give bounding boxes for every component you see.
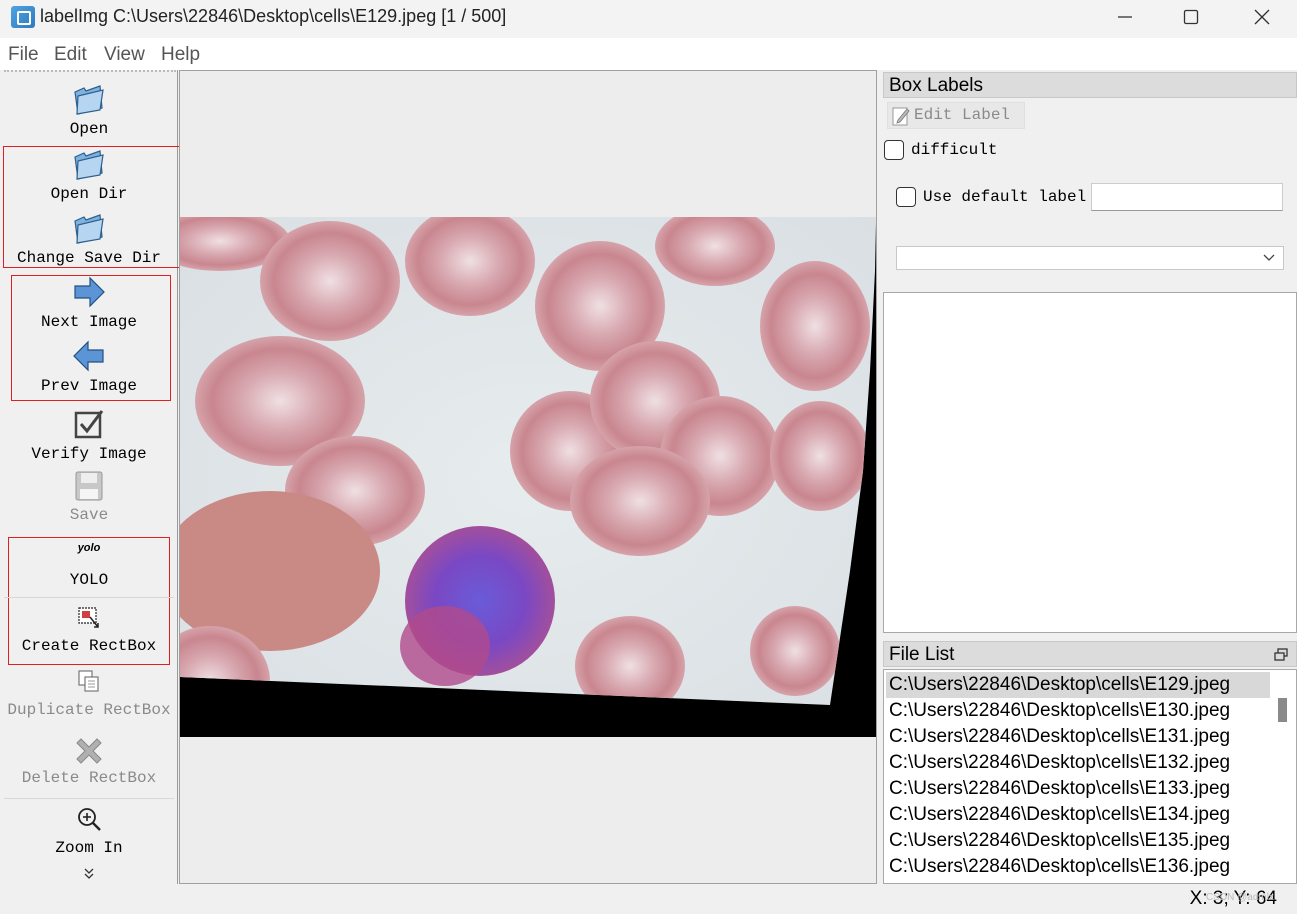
delete-rectbox-label: Delete RectBox <box>21 769 157 787</box>
chevron-down-icon <box>1263 254 1275 261</box>
duplicate-rectbox-button[interactable]: Duplicate RectBox <box>0 668 178 724</box>
zoom-in-icon <box>78 808 101 831</box>
create-rectbox-label: Create RectBox <box>21 637 157 655</box>
toolbar-overflow-button[interactable] <box>0 864 178 884</box>
open-label: Open <box>69 120 109 138</box>
status-bar: X: 3; Y: 64 <box>0 884 1297 914</box>
toolbar-grip[interactable] <box>4 70 176 72</box>
file-list-item[interactable]: C:\Users\22846\Desktop\cells\E129.jpeg <box>886 672 1270 698</box>
maximize-button[interactable] <box>1156 0 1226 34</box>
zoom-in-label: Zoom In <box>55 839 123 857</box>
yolo-label: YOLO <box>69 571 109 589</box>
title-bar: labelImg C:\Users\22846\Desktop\cells\E1… <box>0 0 1297 38</box>
file-list[interactable]: C:\Users\22846\Desktop\cells\E129.jpeg C… <box>883 669 1297 884</box>
save-button[interactable]: Save <box>0 469 178 529</box>
save-label: Save <box>69 506 109 524</box>
prev-image-label: Prev Image <box>40 377 137 395</box>
delete-icon <box>76 738 102 764</box>
box-labels-title: Box Labels <box>883 72 1297 98</box>
label-combo-box[interactable] <box>896 246 1284 270</box>
file-list-item[interactable]: C:\Users\22846\Desktop\cells\E135.jpeg <box>886 828 1270 854</box>
use-default-label-checkbox[interactable] <box>896 187 916 207</box>
arrow-left-icon <box>73 340 104 372</box>
watermark: CSDN @admlx <box>1206 892 1274 903</box>
zoom-in-button[interactable]: Zoom In <box>0 806 178 862</box>
file-list-scrollbar[interactable] <box>1270 670 1296 883</box>
toolbar-separator <box>4 798 174 799</box>
duplicate-icon <box>78 670 99 692</box>
image-canvas[interactable] <box>179 70 877 884</box>
menu-view[interactable]: View <box>104 44 145 66</box>
change-save-dir-label: Change Save Dir <box>16 249 162 267</box>
minimize-button[interactable] <box>1090 0 1160 34</box>
close-button[interactable] <box>1227 0 1297 34</box>
verify-image-button[interactable]: Verify Image <box>0 407 178 467</box>
file-list-item[interactable]: C:\Users\22846\Desktop\cells\E131.jpeg <box>886 724 1270 750</box>
edit-label-text: Edit Label <box>914 106 1011 124</box>
difficult-label: difficult <box>911 141 998 159</box>
menu-edit[interactable]: Edit <box>54 44 87 66</box>
verify-image-label: Verify Image <box>31 445 147 463</box>
file-list-item[interactable]: C:\Users\22846\Desktop\cells\E130.jpeg <box>886 698 1270 724</box>
file-list-item[interactable]: C:\Users\22846\Desktop\cells\E136.jpeg <box>886 854 1270 880</box>
toolbar-separator <box>4 597 174 598</box>
file-list-item[interactable]: C:\Users\22846\Desktop\cells\E133.jpeg <box>886 776 1270 802</box>
folder-open-icon <box>74 214 104 244</box>
file-list-title-text: File List <box>889 644 955 665</box>
open-dir-label: Open Dir <box>50 185 128 203</box>
difficult-checkbox[interactable] <box>884 140 904 160</box>
delete-rectbox-button[interactable]: Delete RectBox <box>0 734 178 794</box>
next-image-button[interactable]: Next Image <box>0 275 178 335</box>
file-list-title: File List <box>883 641 1297 667</box>
checkbox-checked-icon <box>74 410 104 439</box>
minimize-icon <box>1118 16 1132 18</box>
tool-bar: Open Open Dir Change Save Dir Next Image… <box>0 70 182 884</box>
create-rectbox-button[interactable]: Create RectBox <box>0 605 178 665</box>
file-list-item[interactable]: C:\Users\22846\Desktop\cells\E134.jpeg <box>886 802 1270 828</box>
arrow-right-icon <box>74 276 105 308</box>
scrollbar-thumb[interactable] <box>1278 698 1287 722</box>
open-dir-button[interactable]: Open Dir <box>0 147 178 207</box>
dock-float-icon[interactable] <box>1274 648 1288 661</box>
labelimg-app-icon <box>11 6 35 28</box>
box-label-list[interactable] <box>883 292 1297 633</box>
default-label-input[interactable] <box>1091 183 1283 211</box>
close-icon <box>1254 9 1270 25</box>
save-icon <box>75 471 103 501</box>
window-title: labelImg C:\Users\22846\Desktop\cells\E1… <box>40 6 507 26</box>
menu-help[interactable]: Help <box>161 44 200 66</box>
yolo-icon: yolo <box>77 542 101 554</box>
prev-image-button[interactable]: Prev Image <box>0 339 178 399</box>
edit-pencil-icon <box>892 107 910 126</box>
folder-open-icon <box>74 150 104 180</box>
open-button[interactable]: Open <box>0 82 178 142</box>
cell-image <box>180 217 876 737</box>
use-default-label-text: Use default label <box>923 188 1087 206</box>
next-image-label: Next Image <box>40 313 137 331</box>
menu-bar: File Edit View Help <box>0 38 1297 70</box>
change-save-dir-button[interactable]: Change Save Dir <box>0 211 178 271</box>
yolo-format-button[interactable]: yolo YOLO <box>0 540 178 596</box>
chevron-double-down-icon <box>84 868 94 879</box>
right-dock: Box Labels Edit Label difficult Use defa… <box>883 70 1297 884</box>
create-rectbox-icon <box>78 607 99 628</box>
edit-label-button[interactable]: Edit Label <box>887 102 1025 129</box>
maximize-icon <box>1183 9 1199 25</box>
duplicate-rectbox-label: Duplicate RectBox <box>7 701 171 719</box>
menu-file[interactable]: File <box>8 44 39 66</box>
folder-open-icon <box>74 85 104 115</box>
file-list-item[interactable]: C:\Users\22846\Desktop\cells\E132.jpeg <box>886 750 1270 776</box>
